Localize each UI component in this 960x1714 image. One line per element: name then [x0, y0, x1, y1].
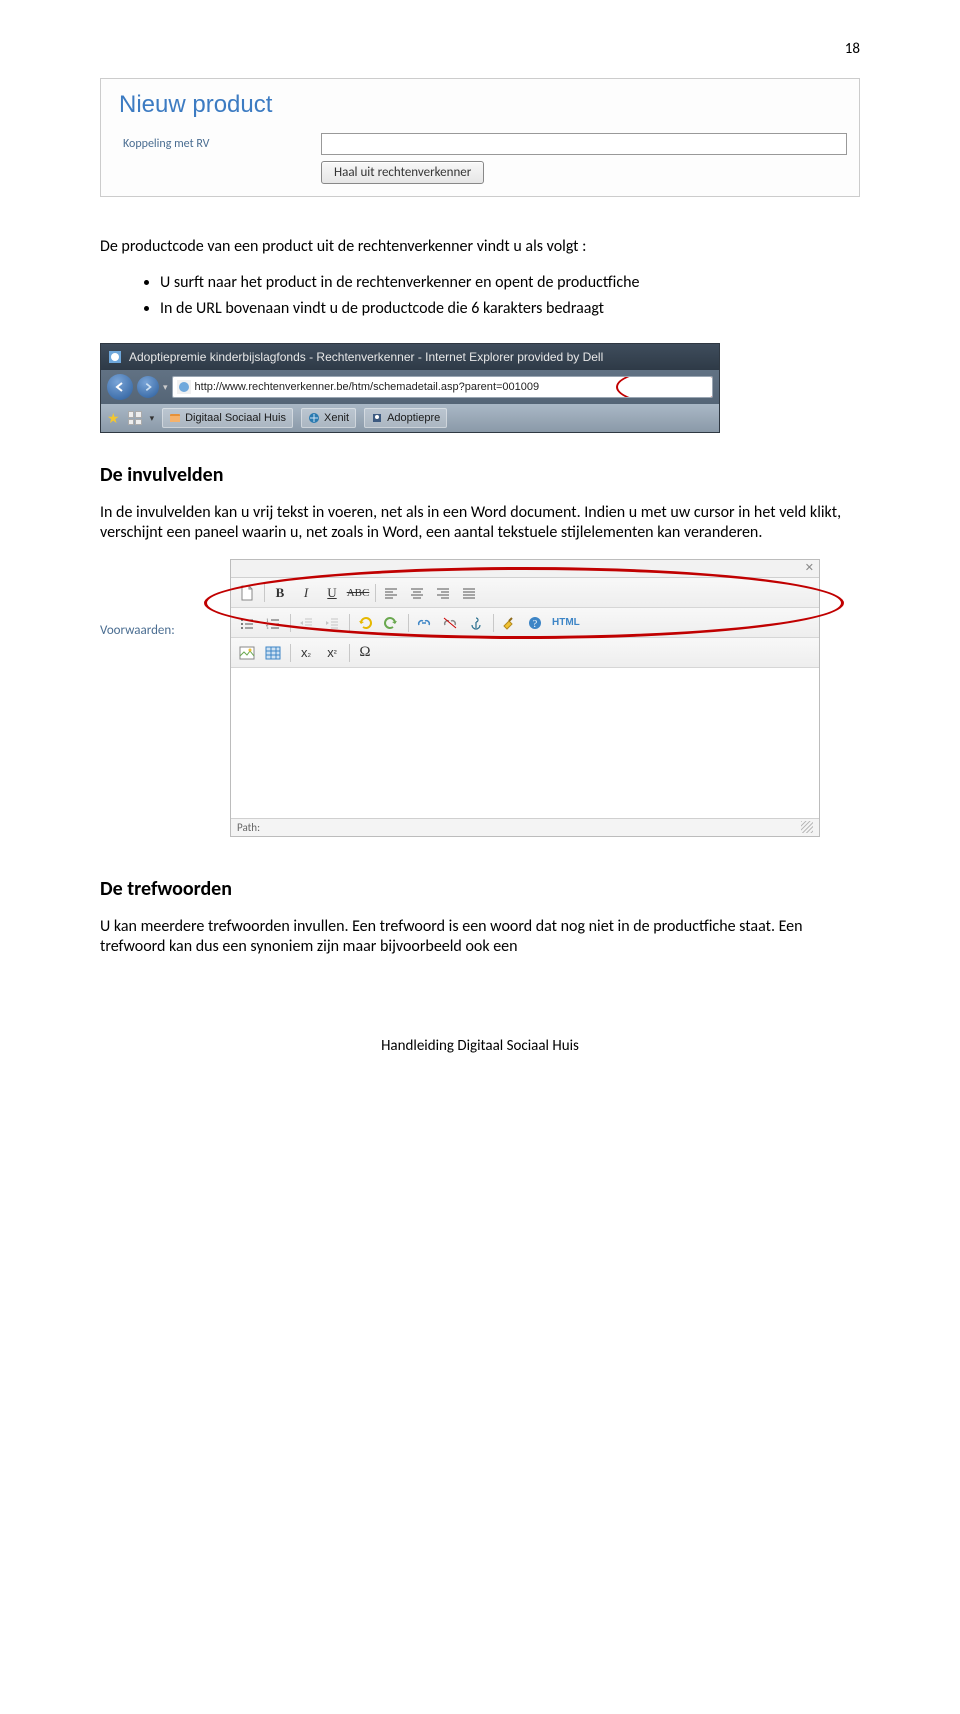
page-number: 18: [100, 40, 860, 58]
rte-content-area[interactable]: [231, 668, 819, 818]
italic-icon[interactable]: I: [294, 582, 318, 604]
back-button[interactable]: [107, 374, 133, 400]
clean-icon[interactable]: [497, 612, 521, 634]
toolbar-row-3: x₂ x² Ω: [231, 638, 819, 668]
browser-title: Adoptiepremie kinderbijslagfonds - Recht…: [129, 350, 603, 364]
align-justify-icon[interactable]: [457, 582, 481, 604]
strike-icon[interactable]: ABC: [346, 582, 370, 604]
favorites-star-icon[interactable]: ★: [107, 410, 120, 427]
align-right-icon[interactable]: [431, 582, 455, 604]
favicon-icon: [177, 380, 191, 394]
close-icon[interactable]: ✕: [802, 560, 817, 577]
heading-invulvelden: De invulvelden: [100, 463, 860, 487]
url-highlight-ellipse: [616, 376, 713, 398]
heading-trefwoorden: De trefwoorden: [100, 877, 860, 901]
address-bar[interactable]: http://www.rechtenverkenner.be/htm/schem…: [172, 376, 713, 398]
rte-path-label: Path:: [237, 821, 260, 834]
paragraph-trefwoorden: U kan meerdere trefwoorden invullen. Een…: [100, 917, 860, 957]
subscript-icon[interactable]: x₂: [294, 642, 318, 664]
html-icon[interactable]: HTML: [549, 612, 583, 634]
svg-text:3: 3: [266, 627, 269, 629]
align-center-icon[interactable]: [405, 582, 429, 604]
redo-icon[interactable]: [379, 612, 403, 634]
resize-handle-icon[interactable]: [801, 821, 813, 833]
bullet-list-icon[interactable]: [235, 612, 259, 634]
new-doc-icon[interactable]: [235, 582, 259, 604]
special-char-icon[interactable]: Ω: [353, 642, 377, 664]
ie-screenshot: Adoptiepremie kinderbijslagfonds - Recht…: [100, 343, 720, 433]
help-icon[interactable]: ?: [523, 612, 547, 634]
rte-field-label: Voorwaarden:: [100, 623, 175, 638]
form-screenshot: Nieuw product Koppeling met RV Haal uit …: [100, 78, 860, 197]
bold-icon[interactable]: B: [268, 582, 292, 604]
svg-text:?: ?: [533, 619, 538, 630]
image-icon[interactable]: [235, 642, 259, 664]
footer-text: Handleiding Digitaal Sociaal Huis: [100, 1037, 860, 1055]
quick-tabs-icon[interactable]: [128, 411, 142, 425]
chevron-down-icon[interactable]: ▾: [150, 413, 155, 424]
link-icon[interactable]: [412, 612, 436, 634]
rte-editor: ✕ B I U ABC 123: [230, 559, 820, 837]
toolbar-row-1: B I U ABC: [231, 578, 819, 608]
indent-icon[interactable]: [320, 612, 344, 634]
page-icon: [107, 349, 123, 365]
align-left-icon[interactable]: [379, 582, 403, 604]
bookmark-xenit[interactable]: Xenit: [301, 408, 356, 428]
underline-icon[interactable]: U: [320, 582, 344, 604]
numbered-list-icon[interactable]: 123: [261, 612, 285, 634]
bookmark-adoptie[interactable]: Adoptiepre: [364, 408, 447, 428]
bullet-1: U surft naar het product in de rechtenve…: [160, 273, 860, 293]
superscript-icon[interactable]: x²: [320, 642, 344, 664]
table-icon[interactable]: [261, 642, 285, 664]
unlink-icon[interactable]: [438, 612, 462, 634]
toolbar-row-2: 123 ? HTML: [231, 608, 819, 638]
bullet-2: In de URL bovenaan vindt u de productcod…: [160, 299, 860, 319]
outdent-icon[interactable]: [294, 612, 318, 634]
undo-icon[interactable]: [353, 612, 377, 634]
paragraph-invulvelden: In de invulvelden kan u vrij tekst in vo…: [100, 503, 860, 543]
intro-paragraph: De productcode van een product uit de re…: [100, 237, 860, 257]
haal-uit-rv-button[interactable]: Haal uit rechtenverkenner: [321, 161, 484, 184]
form-title: Nieuw product: [119, 91, 859, 119]
anchor-icon[interactable]: [464, 612, 488, 634]
url-text: http://www.rechtenverkenner.be/htm/schem…: [195, 381, 540, 393]
forward-button[interactable]: [137, 376, 159, 398]
form-label-koppeling: Koppeling met RV: [101, 137, 321, 151]
koppeling-input[interactable]: [321, 133, 847, 155]
bookmark-dsh[interactable]: Digitaal Sociaal Huis: [162, 408, 293, 428]
